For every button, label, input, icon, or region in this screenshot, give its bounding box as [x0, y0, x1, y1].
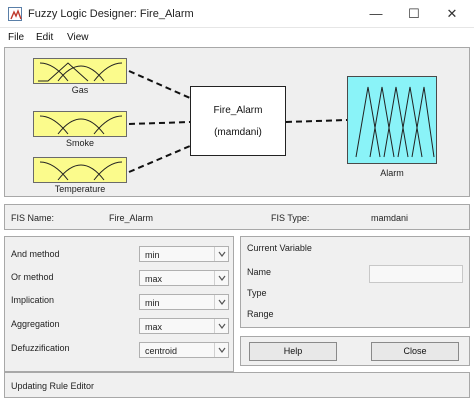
defuzzification-label: Defuzzification [11, 343, 70, 353]
input-smoke-label: Smoke [65, 138, 94, 148]
system-type: (mamdani) [214, 127, 262, 138]
maximize-button[interactable]: ☐ [404, 4, 424, 24]
defuzzification-select[interactable]: centroid [139, 342, 229, 358]
fis-system-box[interactable]: Fire_Alarm (mamdani) [190, 86, 286, 156]
aggregation-value: max [145, 322, 163, 332]
input-gas-box[interactable] [33, 58, 127, 84]
close-button[interactable]: Close [371, 342, 459, 361]
variable-type-label: Type [247, 288, 267, 298]
system-name: Fire_Alarm [213, 105, 263, 116]
input-smoke-box[interactable] [33, 111, 127, 137]
output-alarm-label: Alarm [380, 168, 404, 178]
or-method-value: max [145, 274, 163, 284]
menu-edit[interactable]: Edit [36, 32, 53, 43]
variable-name-label: Name [247, 267, 272, 277]
chevron-down-icon [214, 247, 228, 261]
help-button[interactable]: Help [249, 342, 337, 361]
chevron-down-icon [214, 343, 228, 357]
input-temperature-label: Temperature [54, 184, 106, 194]
and-method-value: min [145, 250, 160, 260]
or-method-select[interactable]: max [139, 270, 229, 286]
fis-type-label: FIS Type: [271, 213, 310, 223]
current-variable-panel: Current Variable Name Type Range [240, 236, 470, 328]
close-window-button[interactable]: ✕ [442, 4, 462, 24]
menu-bar: File Edit View [0, 28, 474, 48]
fis-name-label: FIS Name: [11, 213, 55, 223]
menu-file[interactable]: File [8, 32, 24, 43]
variable-name-field[interactable] [369, 265, 463, 283]
aggregation-select[interactable]: max [139, 318, 229, 334]
title-bar: Fuzzy Logic Designer: Fire_Alarm — ☐ ✕ [0, 0, 474, 28]
and-method-select[interactable]: min [139, 246, 229, 262]
button-panel: Help Close [240, 336, 470, 366]
fis-diagram: Gas Smoke Temperature Fire_Alarm (mamdan… [4, 47, 470, 197]
input-temperature-box[interactable] [33, 157, 127, 183]
current-variable-title: Current Variable [247, 243, 312, 253]
matlab-app-icon [8, 7, 22, 21]
chevron-down-icon [214, 271, 228, 285]
minimize-button[interactable]: — [366, 4, 386, 24]
implication-label: Implication [11, 295, 55, 305]
chevron-down-icon [214, 295, 228, 309]
defuzzification-value: centroid [145, 346, 178, 356]
fis-name-value: Fire_Alarm [109, 213, 154, 223]
fis-type-value: mamdani [371, 213, 409, 223]
fis-info-panel: FIS Name: Fire_Alarm FIS Type: mamdani [4, 204, 470, 230]
implication-value: min [145, 298, 160, 308]
aggregation-label: Aggregation [11, 319, 60, 329]
methods-panel: And method min Or method max Implication… [4, 236, 234, 372]
input-gas-label: Gas [71, 85, 89, 95]
and-method-label: And method [11, 249, 60, 259]
variable-range-label: Range [247, 309, 274, 319]
status-bar: Updating Rule Editor [4, 372, 470, 398]
implication-select[interactable]: min [139, 294, 229, 310]
window-title: Fuzzy Logic Designer: Fire_Alarm [28, 8, 194, 20]
chevron-down-icon [214, 319, 228, 333]
or-method-label: Or method [11, 272, 54, 282]
menu-view[interactable]: View [67, 32, 89, 43]
output-alarm-box[interactable] [347, 76, 437, 164]
status-text: Updating Rule Editor [11, 381, 95, 391]
